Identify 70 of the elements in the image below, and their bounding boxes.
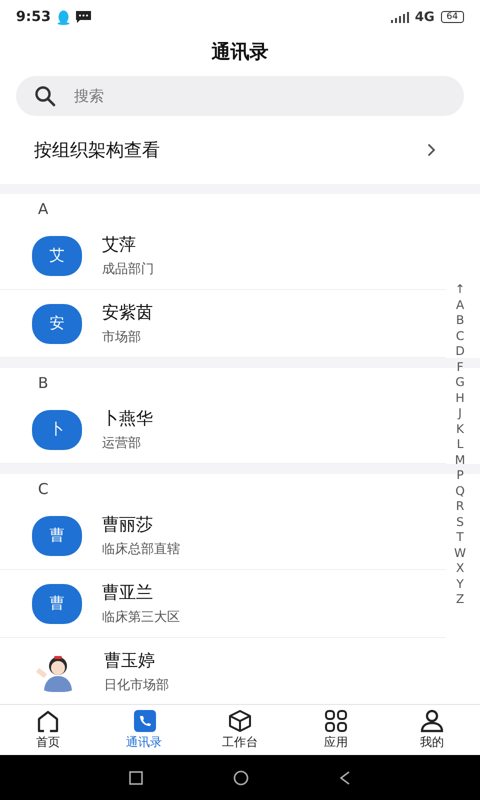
section-letter: A <box>38 200 48 218</box>
index-letter[interactable]: W <box>454 546 466 561</box>
contact-department: 日化市场部 <box>104 677 169 694</box>
tab[interactable]: 应用 <box>288 705 384 755</box>
contact-department: 成品部门 <box>102 261 154 278</box>
battery-indicator: 64 <box>440 11 464 23</box>
index-letter[interactable]: R <box>456 499 464 514</box>
avatar: 曹 <box>32 516 82 556</box>
network-label: 4G <box>414 10 435 24</box>
index-letter[interactable]: L <box>456 437 464 452</box>
contact-name: 曹玉婷 <box>104 650 156 672</box>
index-letter[interactable]: S <box>456 514 464 530</box>
index-letter[interactable]: J <box>458 406 462 422</box>
index-letter[interactable]: Y <box>456 576 464 592</box>
index-letter[interactable]: G <box>455 375 465 390</box>
phone-icon <box>131 709 157 733</box>
contact-department: 临床总部直辖 <box>102 541 180 558</box>
contact-item[interactable]: 艾 艾萍 成品部门 <box>0 222 446 290</box>
tab[interactable]: 工作台 <box>192 705 288 755</box>
contact-item[interactable]: 卜 卜燕华 运营部 <box>0 396 446 464</box>
contact-department: 市场部 <box>102 329 142 346</box>
person-icon <box>419 709 445 733</box>
index-letter[interactable]: T <box>456 530 464 546</box>
home-button-icon[interactable] <box>233 770 249 786</box>
contact-name: 曹丽莎 <box>102 514 154 536</box>
status-time: 9:53 <box>16 9 51 25</box>
index-letter[interactable]: P <box>456 468 464 484</box>
page-title: 通讯录 <box>210 40 270 65</box>
index-letter[interactable]: B <box>456 313 464 328</box>
home-icon <box>35 709 61 733</box>
org-structure-link[interactable]: 按组织架构查看 <box>0 116 480 184</box>
index-letter[interactable]: H <box>456 390 465 406</box>
section-letter: B <box>38 374 48 392</box>
contact-department: 运营部 <box>102 435 142 452</box>
search-field[interactable]: 搜索 <box>16 76 464 116</box>
contact-department: 临床第三大区 <box>102 609 180 626</box>
contact-item[interactable]: 安 安紫茵 市场部 <box>0 290 446 358</box>
cube-icon <box>227 709 253 733</box>
index-letter[interactable]: M <box>454 452 466 468</box>
avatar: 艾 <box>32 236 82 276</box>
index-letter[interactable]: Q <box>455 484 465 499</box>
avatar: 安 <box>32 304 82 344</box>
index-letter[interactable]: ↑ <box>455 282 466 298</box>
contact-name: 卜燕华 <box>102 408 153 430</box>
index-letter[interactable]: X <box>456 561 464 576</box>
index-letter[interactable]: F <box>456 360 464 375</box>
index-letter[interactable]: D <box>455 344 465 360</box>
index-letter[interactable]: Z <box>456 592 464 608</box>
chevron-right-icon <box>427 143 436 157</box>
section-letter: C <box>38 480 48 498</box>
message-icon <box>76 11 91 23</box>
index-letter[interactable]: C <box>456 328 464 344</box>
avatar: 卜 <box>32 410 82 450</box>
tab[interactable]: 通讯录 <box>96 705 192 755</box>
contact-name: 艾萍 <box>102 234 137 256</box>
search-icon <box>34 85 56 107</box>
recent-apps-icon[interactable] <box>129 770 143 784</box>
contact-item[interactable]: 曹 曹丽莎 临床总部直辖 <box>0 502 446 570</box>
index-letter[interactable]: K <box>456 422 464 437</box>
avatar: 曹 <box>32 584 82 624</box>
contact-name: 安紫茵 <box>102 302 153 324</box>
back-icon[interactable] <box>339 770 351 784</box>
contact-name: 曹亚兰 <box>102 582 154 604</box>
apps-icon <box>323 709 349 733</box>
tab[interactable]: 我的 <box>384 705 480 755</box>
contact-item[interactable]: 曹 曹亚兰 临床第三大区 <box>0 570 446 638</box>
tab[interactable]: 首页 <box>0 705 96 755</box>
signal-icon <box>390 12 409 22</box>
penguin-icon <box>56 10 70 24</box>
index-letter[interactable]: A <box>456 298 464 313</box>
